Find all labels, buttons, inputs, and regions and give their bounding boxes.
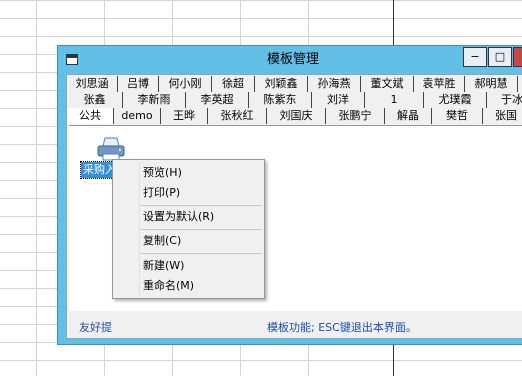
tab-public[interactable]: 公共 <box>67 108 114 124</box>
tab-user[interactable]: 董文斌 <box>361 76 414 92</box>
tab-user[interactable]: 刘颖鑫 <box>255 76 308 92</box>
window-title: 模板管理 <box>266 52 319 67</box>
tab-user[interactable]: 于冰 <box>487 92 522 108</box>
tab-user[interactable]: 刘国庆 <box>267 108 326 124</box>
menu-gutter <box>139 162 140 296</box>
tab-user[interactable]: 何小刚 <box>159 76 212 92</box>
minimize-button[interactable]: − <box>463 47 487 67</box>
menu-item-new[interactable]: 新建(W) <box>143 257 184 275</box>
tab-user[interactable]: 樊哲 <box>432 108 483 124</box>
maximize-button[interactable]: □ <box>488 47 512 67</box>
title-bar[interactable]: 模板管理 − □ ✕ <box>58 46 522 74</box>
tab-user[interactable]: 齐 <box>518 76 522 92</box>
tab-user[interactable]: 郝明慧 <box>465 76 518 92</box>
menu-item-print[interactable]: 打印(P) <box>143 184 180 202</box>
tab-user[interactable]: 刘洋 <box>312 92 365 108</box>
tab-user[interactable]: demo <box>114 108 161 124</box>
close-button[interactable]: ✕ <box>513 47 522 67</box>
menu-separator <box>141 205 261 206</box>
tab-user[interactable]: 张鑫 <box>67 92 123 108</box>
tip-text-right: 模板功能; ESC键退出本界面。 <box>267 321 417 334</box>
tip-text-left: 友好提 <box>79 321 112 334</box>
tab-row-1: 刘思涵 吕博 何小刚 徐超 刘颖鑫 孙海燕 董文斌 袁苹胜 郝明慧 齐 <box>67 76 522 92</box>
tab-user[interactable]: 张鹏宁 <box>326 108 385 124</box>
menu-item-rename[interactable]: 重命名(M) <box>143 277 194 295</box>
tab-user[interactable]: 王晔 <box>161 108 208 124</box>
menu-item-set-default[interactable]: 设置为默认(R) <box>143 208 214 226</box>
tab-user[interactable]: 李新雨 <box>123 92 186 108</box>
tab-user[interactable]: 刘思涵 <box>67 76 118 92</box>
menu-item-copy[interactable]: 复制(C) <box>143 232 181 250</box>
tab-user[interactable]: 陈紫东 <box>249 92 312 108</box>
tab-user[interactable]: 张国 <box>483 108 522 124</box>
tab-user[interactable]: 尤璞霞 <box>424 92 487 108</box>
menu-item-preview[interactable]: 预览(H) <box>143 164 182 182</box>
tip-bar: 友好提 模板功能; ESC键退出本界面。 <box>69 311 522 337</box>
tab-user[interactable]: 张秋红 <box>208 108 267 124</box>
tab-user[interactable]: 吕博 <box>118 76 159 92</box>
tab-row-2: 张鑫 李新雨 李英超 陈紫东 刘洋 1 尤璞霞 于冰 <box>67 92 522 108</box>
tab-user[interactable]: 1 <box>365 92 424 108</box>
menu-separator <box>141 253 261 254</box>
tab-row-3: 公共 demo 王晔 张秋红 刘国庆 张鹏宁 解晶 樊哲 张国 <box>67 108 522 124</box>
menu-separator <box>141 229 261 230</box>
tab-user[interactable]: 袁苹胜 <box>414 76 465 92</box>
tab-user[interactable]: 解晶 <box>385 108 432 124</box>
tab-user[interactable]: 李英超 <box>186 92 249 108</box>
tab-user[interactable]: 孙海燕 <box>308 76 361 92</box>
tab-user[interactable]: 徐超 <box>212 76 255 92</box>
context-menu: 预览(H) 打印(P) 设置为默认(R) 复制(C) 新建(W) 重命名(M) <box>112 159 265 299</box>
